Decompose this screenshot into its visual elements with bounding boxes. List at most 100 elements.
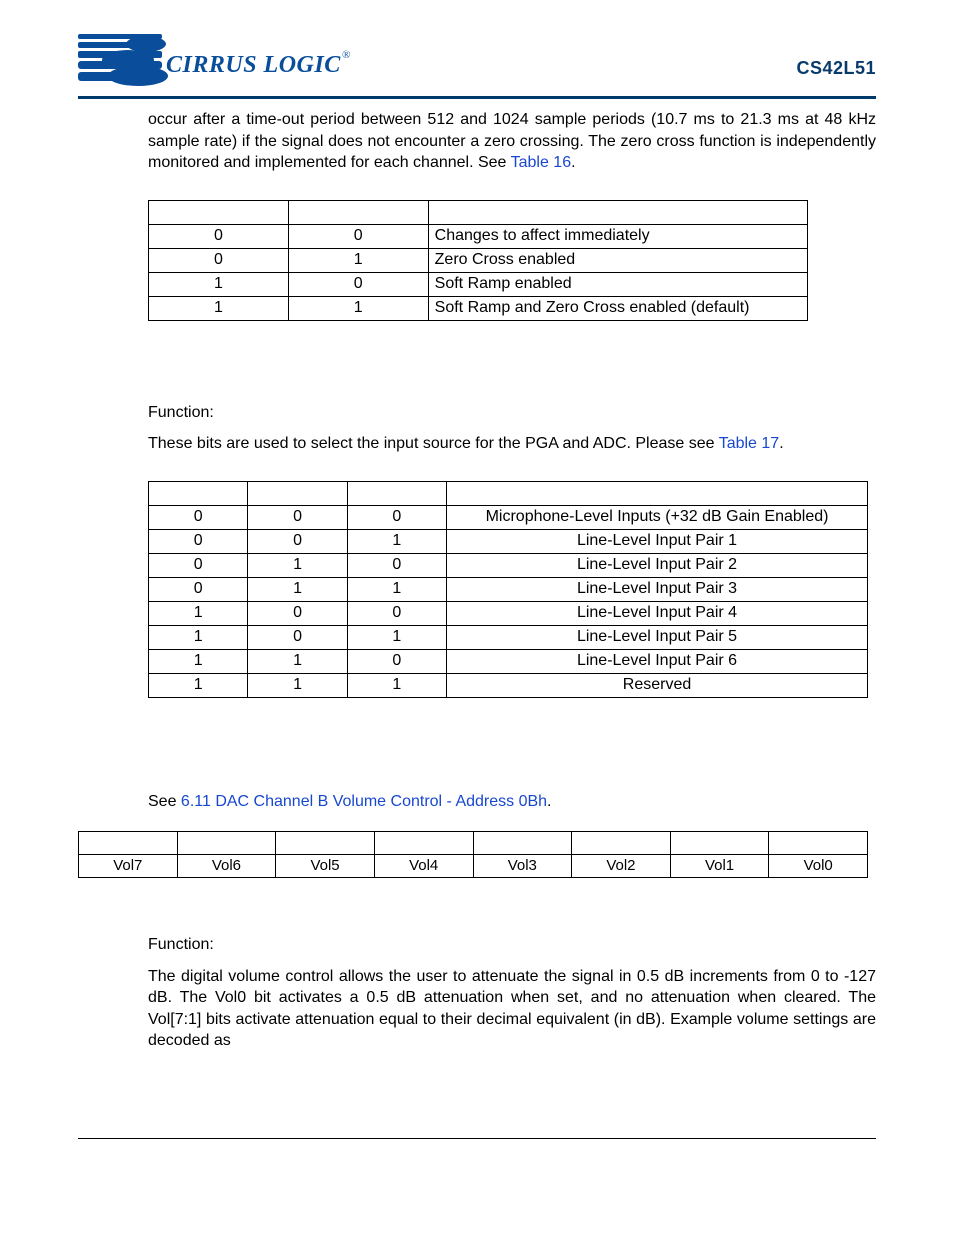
t17-r0c0: 0 [149,505,248,529]
bitlbl-7: Vol7 [79,854,178,877]
table-row: 1 1 Soft Ramp and Zero Cross enabled (de… [149,296,808,320]
t17-r4c0: 1 [149,601,248,625]
table-row: 1 0 Soft Ramp enabled [149,272,808,296]
t17-r5c2: 1 [347,625,446,649]
section-heading-6101: 6.10.1 Vol[7:0] [88,906,876,926]
table-row: 0 0 Changes to affect immediately [149,224,808,248]
t17-r3c3: Line-Level Input Pair 3 [447,577,868,601]
section-heading-610: 6.10 DAC Channel A Volume Control - Addr… [78,749,876,771]
t16-r0c1: 0 [288,224,428,248]
bitnum-6: 6 [177,831,276,854]
table-17: ADCxMUX[2] ADCxMUX[1] ADCxMUX[0] Selecte… [148,481,868,698]
link-table17[interactable]: Table 17 [719,435,780,452]
bitrow-labels: Vol7 Vol6 Vol5 Vol4 Vol3 Vol2 Vol1 Vol0 [79,854,868,877]
table16-h0: PGASOFT [149,200,289,224]
t17-r6c3: Line-Level Input Pair 6 [447,649,868,673]
t17-r1c1: 0 [248,529,347,553]
bitnum-1: 1 [670,831,769,854]
t17-r5c3: Line-Level Input Pair 5 [447,625,868,649]
intro-paragraph: occur after a time-out period between 51… [148,109,876,174]
t16-r1c2: Zero Cross enabled [428,248,807,272]
t17-r0c1: 0 [248,505,347,529]
function-text-1-pre: These bits are used to select the input … [148,435,719,452]
header: CIRRUS LOGIC ® CS42L51 [78,30,876,99]
t17-h2: ADCxMUX[0] [347,481,446,505]
see-pre: See [148,793,181,810]
t16-r2c0: 1 [149,272,289,296]
footer-rule [78,1138,876,1139]
table-row: 0 1 0 Line-Level Input Pair 2 [149,553,868,577]
function-label: Function: [148,934,876,956]
t17-r2c3: Line-Level Input Pair 2 [447,553,868,577]
t17-r6c2: 0 [347,649,446,673]
t17-r3c0: 0 [149,577,248,601]
function-label: Function: [148,402,876,424]
t17-r2c2: 0 [347,553,446,577]
table-row: 0 1 1 Line-Level Input Pair 3 [149,577,868,601]
bitlbl-5: Vol5 [276,854,375,877]
bitlbl-1: Vol1 [670,854,769,877]
footer-left: DS667F3 [78,1147,137,1163]
t17-r3c1: 1 [248,577,347,601]
table-row: 0 1 Zero Cross enabled [149,248,808,272]
t16-r0c2: Changes to affect immediately [428,224,807,248]
t16-r3c1: 1 [288,296,428,320]
table17-caption: Table 17. Input Source Selection [148,706,868,721]
t17-r1c0: 0 [149,529,248,553]
t17-r3c2: 1 [347,577,446,601]
t16-r2c1: 0 [288,272,428,296]
table-row: 1 0 0 Line-Level Input Pair 4 [149,601,868,625]
bitnum-7: 7 [79,831,178,854]
t16-r1c1: 1 [288,248,428,272]
link-611[interactable]: 6.11 DAC Channel B Volume Control - Addr… [181,793,547,810]
bitnum-2: 2 [572,831,671,854]
table-16: PGASOFT PGAZC Mode 0 0 Changes to affect… [148,200,808,321]
section-heading-697: 6.9.7 ADCx MUX[2:0] [88,372,876,392]
t17-r1c2: 1 [347,529,446,553]
bitlbl-3: Vol3 [473,854,572,877]
bitlbl-0: Vol0 [769,854,868,877]
table-header-row: PGASOFT PGAZC Mode [149,200,808,224]
t17-r4c1: 0 [248,601,347,625]
t17-h1: ADCxMUX[1] [248,481,347,505]
bitlbl-4: Vol4 [374,854,473,877]
t17-r4c3: Line-Level Input Pair 4 [447,601,868,625]
table16-caption: Table 16. PGA Soft Ramp and Zero Cross M… [148,329,808,344]
see-post: . [547,793,551,810]
svg-text:CIRRUS LOGIC: CIRRUS LOGIC [166,52,341,78]
t17-r0c2: 0 [347,505,446,529]
intro-text-post: . [571,154,575,171]
table-row: 0 0 0 Microphone-Level Inputs (+32 dB Ga… [149,505,868,529]
bitlbl-6: Vol6 [177,854,276,877]
table16-h2: Mode [428,200,807,224]
table-row: 1 1 1 Reserved [149,673,868,697]
bitnum-3: 3 [473,831,572,854]
t17-r6c1: 1 [248,649,347,673]
t17-r6c0: 1 [149,649,248,673]
t17-r7c0: 1 [149,673,248,697]
function-text-2: The digital volume control allows the us… [148,966,876,1052]
cirrus-logo: CIRRUS LOGIC ® [78,30,358,95]
t16-r0c0: 0 [149,224,289,248]
bitlbl-2: Vol2 [572,854,671,877]
table-row: 1 0 1 Line-Level Input Pair 5 [149,625,868,649]
table-row: 1 1 0 Line-Level Input Pair 6 [149,649,868,673]
t17-h3: Selected Input to ADC [447,481,868,505]
t17-r2c1: 1 [248,553,347,577]
link-table16[interactable]: Table 16 [511,154,572,171]
t17-r4c2: 0 [347,601,446,625]
t17-r5c0: 1 [149,625,248,649]
t17-r1c3: Line-Level Input Pair 1 [447,529,868,553]
bitnum-5: 5 [276,831,375,854]
bitnum-0: 0 [769,831,868,854]
t17-r2c0: 0 [149,553,248,577]
t17-r7c2: 1 [347,673,446,697]
footer: DS667F3 55 [78,1147,876,1163]
svg-text:®: ® [342,49,350,61]
t17-r7c1: 1 [248,673,347,697]
t16-r3c0: 1 [149,296,289,320]
table16-h1: PGAZC [288,200,428,224]
t17-r7c3: Reserved [447,673,868,697]
t17-r5c1: 0 [248,625,347,649]
footer-right: 55 [860,1147,876,1163]
